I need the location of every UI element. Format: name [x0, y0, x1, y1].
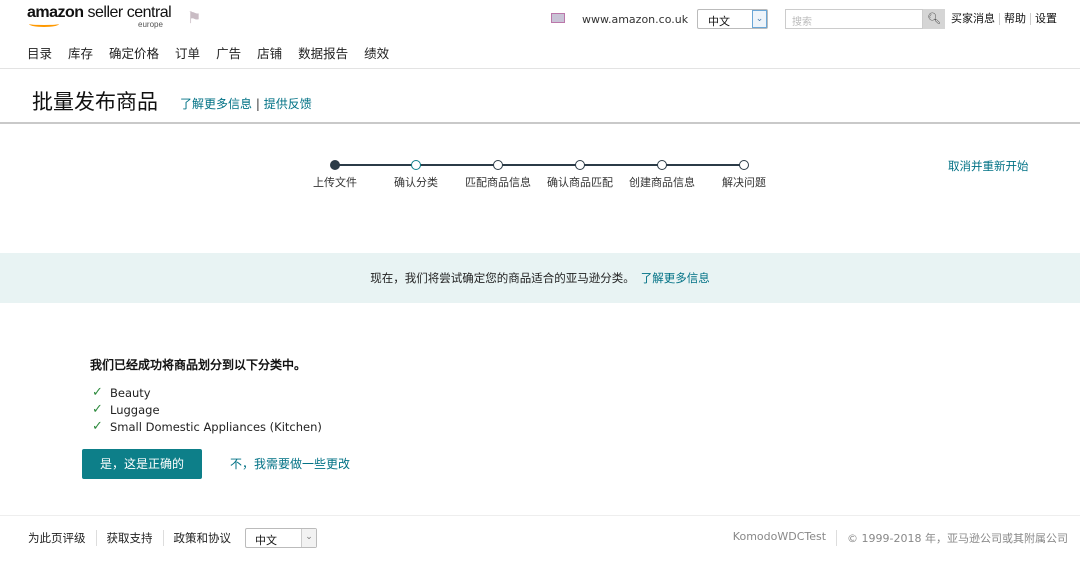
list-item: ✓ Luggage	[92, 402, 160, 417]
title-links: 了解更多信息 | 提供反馈	[180, 97, 312, 111]
step-label: 解决问题	[722, 176, 766, 189]
divider	[0, 122, 1080, 124]
flag-icon[interactable]: ⚑	[187, 8, 201, 27]
search-input[interactable]: 搜索	[785, 9, 923, 29]
main-nav: 目录 库存 确定价格 订单 广告 店铺 数据报告 绩效	[27, 43, 405, 62]
account-name: KomodoWDCTest	[723, 530, 838, 546]
amazon-seller-central-logo[interactable]: amazon seller central europe	[27, 4, 172, 29]
nav-reports[interactable]: 数据报告	[298, 43, 348, 62]
list-item: ✓ Beauty	[92, 385, 151, 400]
support-link[interactable]: 获取支持	[97, 530, 164, 546]
check-icon: ✓	[92, 385, 103, 400]
step-label: 上传文件	[313, 176, 357, 189]
step-label: 匹配商品信息	[465, 176, 531, 189]
link-help[interactable]: 帮助	[1000, 13, 1031, 25]
check-icon: ✓	[92, 402, 103, 417]
chevron-down-icon: ⌄	[752, 10, 767, 28]
nav-pricing[interactable]: 确定价格	[109, 43, 159, 62]
banner-learn-more-link[interactable]: 了解更多信息	[641, 271, 710, 285]
cancel-restart-link[interactable]: 取消并重新开始	[948, 158, 1029, 174]
rate-page-link[interactable]: 为此页评级	[28, 530, 97, 546]
divider	[0, 515, 1080, 516]
footer-links: 为此页评级 获取支持 政策和协议	[28, 530, 241, 546]
link-buyer-messages[interactable]: 买家消息	[951, 13, 1000, 25]
reject-link[interactable]: 不，我需要做一些更改	[230, 455, 350, 472]
nav-catalog[interactable]: 目录	[27, 43, 52, 62]
step-node	[575, 160, 585, 170]
result-heading: 我们已经成功将商品划分到以下分类中。	[90, 358, 307, 372]
step-node	[411, 160, 421, 170]
step-label: 确认分类	[394, 176, 438, 189]
search-icon: 🔍︎	[927, 12, 941, 25]
step-node	[739, 160, 749, 170]
step-label: 创建商品信息	[629, 176, 695, 189]
top-links: 买家消息 帮助 设置	[951, 13, 1061, 25]
language-select[interactable]: 中文 ⌄	[697, 9, 768, 29]
stepper-line	[335, 164, 744, 166]
marketplace-link[interactable]: www.amazon.co.uk	[582, 13, 688, 26]
chevron-down-icon: ⌄	[301, 529, 316, 547]
page-title: 批量发布商品	[32, 90, 158, 114]
nav-stores[interactable]: 店铺	[257, 43, 282, 62]
nav-inventory[interactable]: 库存	[68, 43, 93, 62]
copyright: © 1999-2018 年，亚马逊公司或其附属公司	[847, 532, 1068, 545]
logo-sub: europe	[138, 20, 163, 29]
uk-flag-icon	[551, 13, 565, 23]
step-node	[330, 160, 340, 170]
divider	[0, 68, 1080, 69]
step-node	[493, 160, 503, 170]
feedback-link[interactable]: 提供反馈	[264, 97, 312, 111]
nav-advertising[interactable]: 广告	[216, 43, 241, 62]
check-icon: ✓	[92, 419, 103, 434]
info-banner: 现在，我们将尝试确定您的商品适合的亚马逊分类。 了解更多信息	[0, 253, 1080, 303]
search-button[interactable]: 🔍︎	[923, 9, 945, 29]
nav-orders[interactable]: 订单	[175, 43, 200, 62]
learn-more-link[interactable]: 了解更多信息	[180, 97, 252, 111]
confirm-button[interactable]: 是，这是正确的	[82, 449, 202, 479]
policies-link[interactable]: 政策和协议	[164, 530, 242, 546]
footer-right: KomodoWDCTest © 1999-2018 年，亚马逊公司或其附属公司	[723, 530, 1068, 546]
step-label: 确认商品匹配	[547, 176, 613, 189]
smile-icon	[29, 21, 59, 27]
list-item: ✓ Small Domestic Appliances (Kitchen)	[92, 419, 322, 434]
step-node	[657, 160, 667, 170]
link-settings[interactable]: 设置	[1031, 13, 1061, 25]
footer-language-select[interactable]: 中文 ⌄	[245, 528, 317, 548]
nav-performance[interactable]: 绩效	[364, 43, 389, 62]
